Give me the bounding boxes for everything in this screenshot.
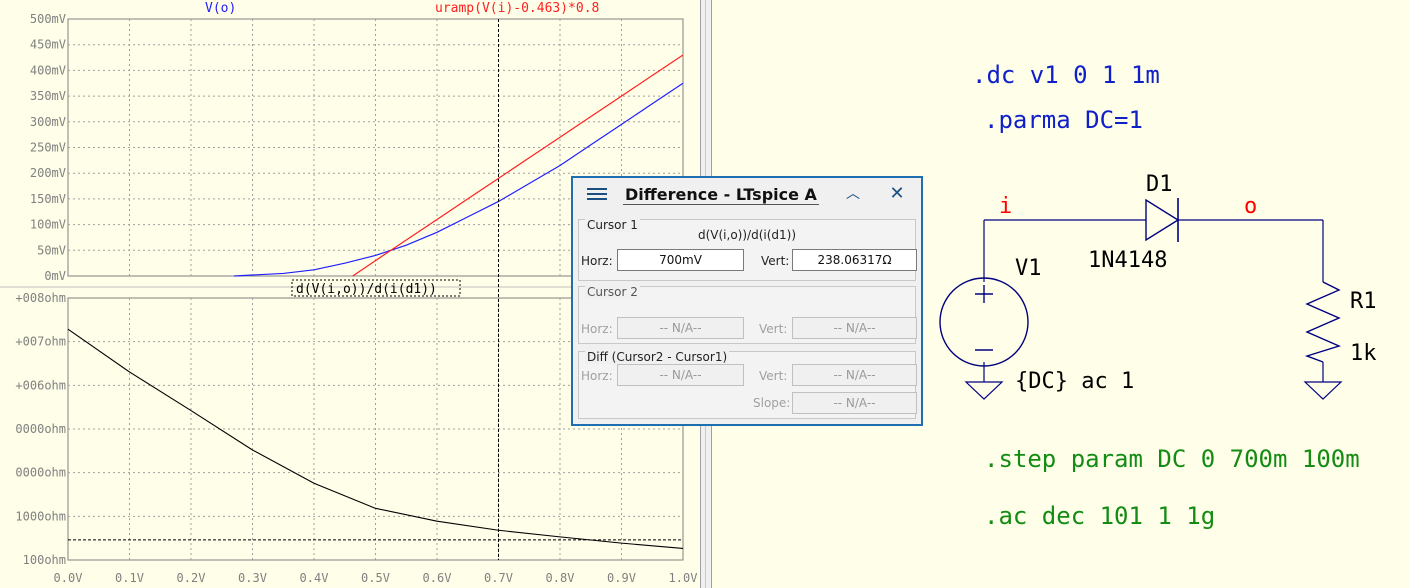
net-label-i[interactable]: i <box>999 194 1012 219</box>
diff-slope-label: Slope: <box>753 396 791 410</box>
x-tick-label: 0.8V <box>546 571 575 585</box>
diff-slope-field[interactable]: -- N/A-- <box>792 392 917 414</box>
ground-icon <box>1303 381 1343 400</box>
y-tick-label: 250mV <box>30 141 66 155</box>
x-tick-label: 0.7V <box>484 571 513 585</box>
trace-label-uramp[interactable]: uramp(V(i)-0.463)*0.8 <box>435 1 599 16</box>
cursor1-vert-field[interactable]: 238.06317Ω <box>792 249 917 271</box>
y-tick-label: 350mV <box>30 89 66 103</box>
dialog-titlebar[interactable]: Difference - LTspice A ︿ ✕ <box>573 178 921 212</box>
diode-ref: D1 <box>1146 172 1173 197</box>
cursor-difference-dialog[interactable]: Difference - LTspice A ︿ ✕ Cursor 1 d(V(… <box>571 176 923 426</box>
x-tick-label: 1.0V <box>669 571 698 585</box>
source-ref: V1 <box>1015 256 1042 281</box>
directive-dc[interactable]: .dc v1 0 1 1m <box>972 61 1160 89</box>
y-tick-label: 150mV <box>30 192 66 206</box>
cursor2-horz-field[interactable]: -- N/A-- <box>617 317 744 339</box>
y-tick-label: 300mV <box>30 115 66 129</box>
y-tick-label: 0000ohm <box>15 466 66 480</box>
y-tick-label: 100mV <box>30 218 66 232</box>
net-label-o[interactable]: o <box>1244 194 1257 219</box>
y-tick-label: +006ohm <box>15 378 66 392</box>
cursor2-horz-label: Horz: <box>581 322 613 336</box>
trace-label-resistance[interactable]: d(V(i,o))/d(i(d1)) <box>296 282 437 297</box>
diode-d1[interactable] <box>1117 198 1204 242</box>
resistor-r1[interactable] <box>1304 281 1341 363</box>
y-tick-label: 50mV <box>37 243 66 257</box>
x-tick-label: 0.9V <box>607 571 636 585</box>
cursor2-label: Cursor 2 <box>585 285 640 299</box>
diff-label: Diff (Cursor2 - Cursor1) <box>585 350 730 364</box>
wires <box>983 219 1324 382</box>
cursor1-horz-label: Horz: <box>581 254 613 268</box>
y-tick-label: 400mV <box>30 63 66 77</box>
diff-vert-label: Vert: <box>759 369 788 383</box>
cursor1-vert-label: Vert: <box>761 254 790 268</box>
x-tick-label: 0.1V <box>115 571 144 585</box>
cursor1-horz-field[interactable]: 700mV <box>617 249 744 271</box>
y-tick-label: 1000ohm <box>15 509 66 523</box>
source-value[interactable]: {DC} ac 1 <box>1015 369 1134 394</box>
ground-icon <box>964 381 1004 400</box>
y-tick-label: 0000ohm <box>15 422 66 436</box>
diff-horz-field[interactable]: -- N/A-- <box>617 364 744 386</box>
x-tick-label: 0.0V <box>54 571 83 585</box>
x-tick-label: 0.6V <box>423 571 452 585</box>
diode-symbol-icon <box>1145 198 1180 242</box>
y-tick-label: 500mV <box>30 12 66 26</box>
close-icon[interactable]: ✕ <box>887 184 907 204</box>
y-tick-label: +008ohm <box>15 291 66 305</box>
resistor-value[interactable]: 1k <box>1350 341 1377 366</box>
x-tick-label: 0.3V <box>238 571 267 585</box>
cursor2-vert-field[interactable]: -- N/A-- <box>792 317 917 339</box>
cursor2-group: Cursor 2 Horz: -- N/A-- Vert: -- N/A-- <box>578 285 917 344</box>
diff-vert-field[interactable]: -- N/A-- <box>792 364 917 386</box>
diff-horz-label: Horz: <box>581 369 613 383</box>
cursor2-vert-label: Vert: <box>759 322 788 336</box>
y-tick-label: 0mV <box>44 269 66 283</box>
directive-ac[interactable]: .ac dec 101 1 1g <box>984 502 1215 530</box>
y-tick-label: 450mV <box>30 38 66 52</box>
diode-model[interactable]: 1N4148 <box>1088 248 1167 273</box>
hamburger-menu-icon[interactable] <box>587 185 607 203</box>
cursor1-expression: d(V(i,o))/d(i(d1)) <box>697 228 796 242</box>
cursor1-group: Cursor 1 d(V(i,o))/d(i(d1)) Horz: 700mV … <box>578 218 917 281</box>
directive-param[interactable]: .parma DC=1 <box>984 106 1143 134</box>
y-tick-label: 200mV <box>30 166 66 180</box>
trace-label-vo[interactable]: V(o) <box>205 1 236 16</box>
dialog-title: Difference - LTspice A <box>623 185 819 205</box>
y-tick-label: 100ohm <box>23 553 66 567</box>
voltage-source-v1[interactable] <box>939 277 1029 367</box>
x-tick-label: 0.5V <box>361 571 390 585</box>
x-tick-label: 0.4V <box>300 571 329 585</box>
y-tick-label: +007ohm <box>15 335 66 349</box>
chevron-up-icon[interactable]: ︿ <box>843 184 863 204</box>
directive-step[interactable]: .step param DC 0 700m 100m <box>984 445 1360 473</box>
x-tick-label: 0.2V <box>177 571 206 585</box>
diff-group: Diff (Cursor2 - Cursor1) Horz: -- N/A-- … <box>578 350 917 419</box>
resistor-ref: R1 <box>1350 289 1377 314</box>
